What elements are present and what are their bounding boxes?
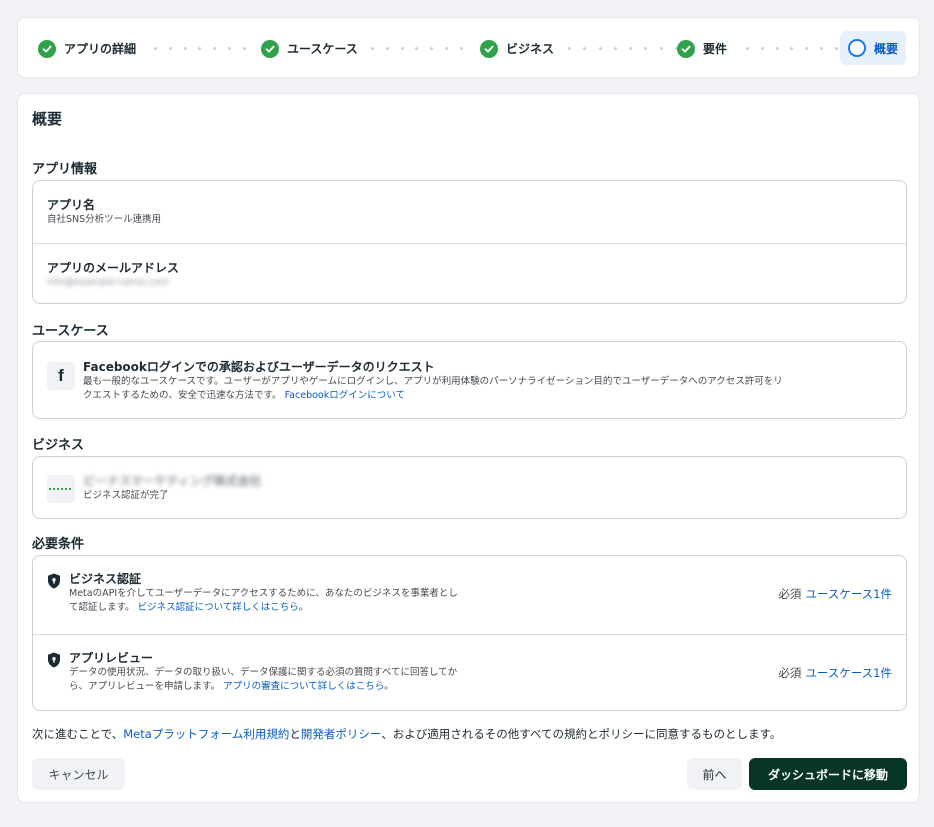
requirement-desc-line1: データの使用状況、データの取り扱い、データ保護に関する必須の質問すべてに回答して…	[69, 667, 458, 678]
step-label: アプリの詳細	[64, 42, 137, 56]
checkmark-icon	[38, 39, 56, 58]
step-connector	[746, 47, 838, 50]
previous-button[interactable]: 前へ	[687, 758, 742, 790]
step-requirements[interactable]: 要件	[677, 18, 727, 79]
business-logo-icon	[47, 475, 75, 503]
current-step-icon	[848, 39, 866, 57]
step-connector	[154, 47, 246, 50]
use-case-count-link[interactable]: ユースケース1件	[805, 587, 892, 601]
use-case-count-link[interactable]: ユースケース1件	[805, 666, 892, 680]
requirement-row-app-review: アプリレビュー データの使用状況、データの取り扱い、データ保護に関する必須の質問…	[33, 634, 906, 710]
requirement-row-business-verification: ビジネス認証 MetaのAPIを介してユーザーデータにアクセスするために、あなた…	[33, 556, 906, 634]
step-use-case[interactable]: ユースケース	[261, 18, 358, 79]
step-connector	[371, 47, 463, 50]
step-label: ビジネス	[506, 42, 555, 56]
use-case-desc-line1: 最も一般的なユースケースです。ユーザーがアプリやゲームにログインし、アプリが利用…	[83, 376, 783, 387]
checkmark-icon	[677, 39, 695, 58]
checkmark-icon	[480, 39, 498, 58]
app-name-row: アプリ名 自社SNS分析ツール連携用	[33, 181, 906, 243]
step-summary[interactable]: 概要	[840, 31, 907, 65]
business-box: ビーナスマーケティング株式会社 ビジネス認証が完了	[32, 456, 907, 519]
business-status: ビジネス認証が完了	[83, 490, 169, 501]
step-label: ユースケース	[287, 42, 358, 56]
progress-stepper: アプリの詳細 ユースケース ビジネス 要件 概要	[17, 17, 920, 78]
step-label: 要件	[703, 42, 728, 56]
page-title: 概要	[32, 110, 63, 128]
app-email-row: アプリのメールアドレス info@example-name.com	[33, 243, 906, 303]
shield-icon	[48, 652, 60, 668]
use-case-desc-line2: クエストするための、安全で迅速な方法です。 Facebookログインについて	[83, 390, 405, 401]
requirement-title: ビジネス認証	[69, 572, 142, 586]
app-email-value: info@example-name.com	[47, 277, 169, 288]
requirement-desc-line2: て認証します。 ビジネス認証について詳しくはこちら。	[69, 602, 309, 613]
go-to-dashboard-button[interactable]: ダッシュボードに移動	[749, 758, 907, 790]
facebook-icon: f	[47, 362, 75, 390]
shield-icon	[48, 573, 60, 589]
requirement-status: 必須 ユースケース1件	[778, 665, 892, 681]
developer-policy-link[interactable]: 開発者ポリシー	[301, 727, 381, 741]
app-info-heading: アプリ情報	[32, 162, 98, 177]
summary-card: 概要 アプリ情報 アプリ名 自社SNS分析ツール連携用 アプリのメールアドレス …	[17, 93, 920, 803]
app-review-learn-more-link[interactable]: アプリの審査について詳しくはこちら。	[223, 681, 394, 692]
mandatory-label: 必須	[778, 587, 802, 601]
requirements-heading: 必要条件	[32, 537, 85, 552]
requirement-desc-line2: ら、アプリレビューを申請します。 アプリの審査について詳しくはこちら。	[69, 681, 394, 692]
use-case-title: Facebookログインでの承認およびユーザーデータのリクエスト	[83, 360, 435, 374]
step-business[interactable]: ビジネス	[480, 18, 554, 79]
step-connector	[568, 47, 678, 50]
business-verification-learn-more-link[interactable]: ビジネス認証について詳しくはこちら。	[138, 602, 309, 613]
checkmark-icon	[261, 39, 279, 58]
consent-text: 次に進むことで、Metaプラットフォーム利用規約と開発者ポリシー、および適用され…	[32, 727, 782, 741]
mandatory-label: 必須	[778, 666, 802, 680]
business-heading: ビジネス	[32, 438, 85, 453]
business-name: ビーナスマーケティング株式会社	[83, 474, 262, 488]
app-email-label: アプリのメールアドレス	[47, 261, 180, 275]
app-name-value: 自社SNS分析ツール連携用	[47, 214, 162, 225]
facebook-login-link[interactable]: Facebookログインについて	[285, 390, 405, 401]
cancel-button[interactable]: キャンセル	[32, 758, 125, 790]
requirements-box: ビジネス認証 MetaのAPIを介してユーザーデータにアクセスするために、あなた…	[32, 555, 907, 711]
app-info-box: アプリ名 自社SNS分析ツール連携用 アプリのメールアドレス info@exam…	[32, 180, 907, 304]
step-label: 概要	[874, 41, 899, 56]
platform-terms-link[interactable]: Metaプラットフォーム利用規約	[123, 727, 289, 741]
requirement-status: 必須 ユースケース1件	[778, 586, 892, 602]
use-case-box: f Facebookログインでの承認およびユーザーデータのリクエスト 最も一般的…	[32, 341, 907, 419]
requirement-desc-line1: MetaのAPIを介してユーザーデータにアクセスするために、あなたのビジネスを事…	[69, 588, 458, 599]
use-case-heading: ユースケース	[32, 324, 109, 339]
app-name-label: アプリ名	[47, 198, 96, 212]
step-app-details[interactable]: アプリの詳細	[38, 18, 136, 79]
requirement-title: アプリレビュー	[69, 651, 154, 665]
